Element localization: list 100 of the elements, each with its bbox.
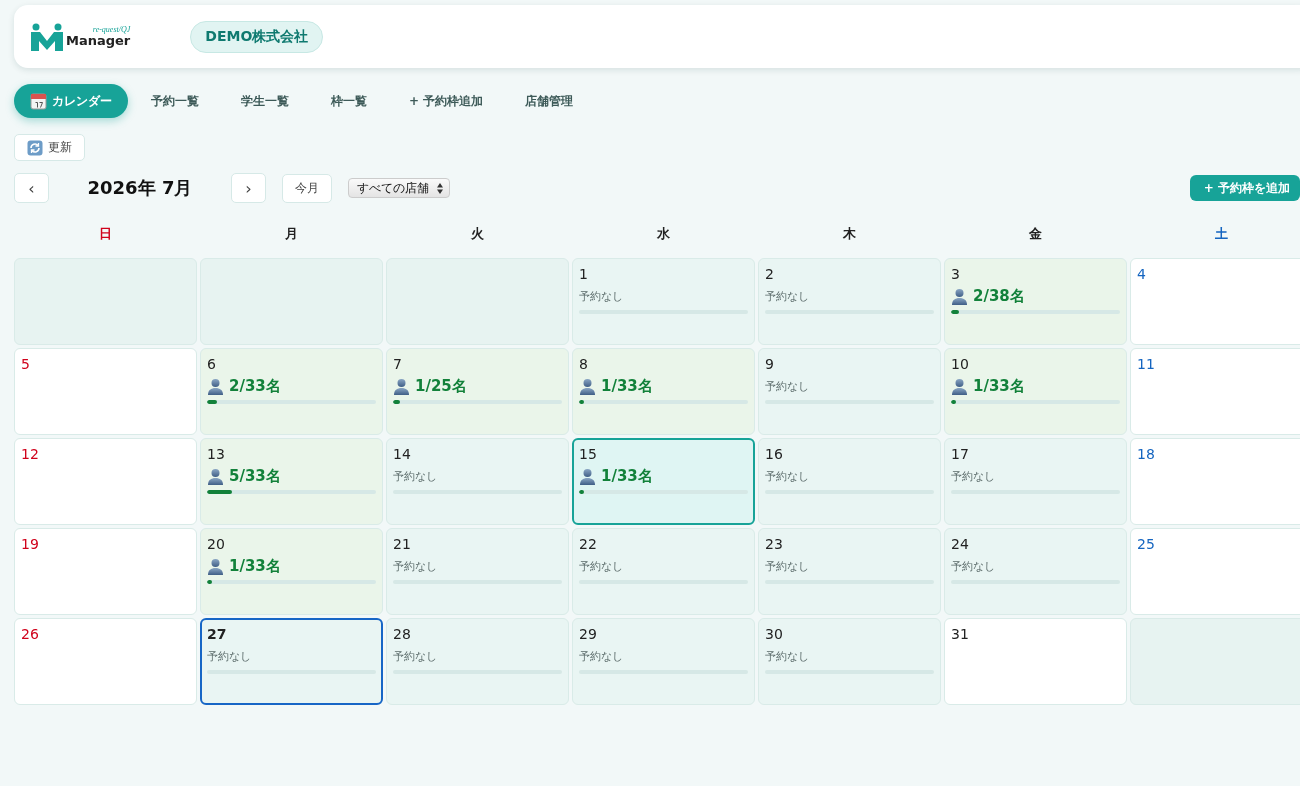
day-cell[interactable]: 18 (1130, 438, 1300, 525)
day-cell[interactable]: 16 予約なし (758, 438, 941, 525)
date-number: 7 (393, 355, 403, 373)
refresh-icon (27, 139, 43, 156)
logo-icon (30, 22, 64, 51)
no-booking-text: 予約なし (951, 468, 995, 484)
day-cell[interactable]: 31 (944, 618, 1127, 705)
person-icon (393, 377, 410, 395)
day-cell[interactable]: 28 予約なし (386, 618, 569, 705)
date-number: 31 (951, 625, 970, 643)
no-booking-text: 予約なし (765, 378, 809, 394)
date-number: 10 (951, 355, 970, 373)
no-booking-text: 予約なし (393, 468, 437, 484)
day-cell[interactable]: 8 1/33名 (572, 348, 755, 435)
date-number: 17 (951, 445, 970, 463)
no-booking-text: 予約なし (765, 648, 809, 664)
day-cell[interactable]: 17 予約なし (944, 438, 1127, 525)
weekday-header: 木 (842, 225, 857, 243)
person-icon (951, 287, 968, 305)
person-icon (207, 557, 224, 575)
weekday-header: 日 (98, 225, 113, 243)
day-cell[interactable]: 29 予約なし (572, 618, 755, 705)
date-number: 24 (951, 535, 970, 553)
date-number: 3 (951, 265, 961, 283)
day-cell[interactable]: 5 (14, 348, 197, 435)
person-icon (579, 377, 596, 395)
no-booking-text: 予約なし (207, 648, 251, 664)
date-number: 4 (1137, 265, 1147, 283)
booking-count: 1/25名 (415, 376, 467, 396)
date-number: 1 (579, 265, 589, 283)
date-number: 30 (765, 625, 784, 643)
booking-count: 1/33名 (229, 556, 281, 576)
day-cell[interactable]: 1 予約なし (572, 258, 755, 345)
day-cell[interactable]: 14 予約なし (386, 438, 569, 525)
booking-count: 2/38名 (973, 286, 1025, 306)
day-cell[interactable]: 9 予約なし (758, 348, 941, 435)
refresh-button[interactable]: 更新 (14, 134, 85, 161)
day-cell[interactable]: 23 予約なし (758, 528, 941, 615)
day-cell[interactable]: 30 予約なし (758, 618, 941, 705)
booking-count: 1/33名 (601, 466, 653, 486)
month-title: 2026年 7月 (86, 176, 194, 200)
day-cell[interactable]: 7 1/25名 (386, 348, 569, 435)
date-number: 16 (765, 445, 784, 463)
day-cell[interactable]: 4 (1130, 258, 1300, 345)
date-number: 18 (1137, 445, 1156, 463)
calendar-icon (30, 92, 47, 110)
date-number: 29 (579, 625, 598, 643)
date-number: 22 (579, 535, 598, 553)
nav-tab[interactable]: 枠一覧 (312, 84, 386, 118)
nav-tab[interactable]: 店舗管理 (506, 84, 593, 118)
day-cell[interactable]: 19 (14, 528, 197, 615)
day-cell[interactable]: 12 (14, 438, 197, 525)
previous-month-button[interactable]: ‹ (14, 173, 49, 203)
nav-tab[interactable]: + 予約枠追加 (390, 84, 503, 118)
date-number: 28 (393, 625, 412, 643)
date-number: 21 (393, 535, 412, 553)
day-cell[interactable]: 6 2/33名 (200, 348, 383, 435)
day-cell[interactable]: 3 2/38名 (944, 258, 1127, 345)
day-cell[interactable]: 24 予約なし (944, 528, 1127, 615)
day-cell[interactable]: 25 (1130, 528, 1300, 615)
person-icon (951, 377, 968, 395)
day-cell[interactable]: 21 予約なし (386, 528, 569, 615)
date-number: 20 (207, 535, 226, 553)
no-booking-text: 予約なし (765, 468, 809, 484)
nav-tab[interactable]: 予約一覧 (132, 84, 218, 118)
day-cell[interactable]: 22 予約なし (572, 528, 755, 615)
store-select[interactable]: すべての店舗 (348, 178, 450, 198)
day-cell[interactable]: 11 (1130, 348, 1300, 435)
day-cell[interactable]: 13 5/33名 (200, 438, 383, 525)
date-number: 19 (21, 535, 40, 553)
day-cell[interactable]: 2 予約なし (758, 258, 941, 345)
date-number: 6 (207, 355, 217, 373)
booking-count: 2/33名 (229, 376, 281, 396)
day-cell[interactable]: 26 (14, 618, 197, 705)
weekday-header: 土 (1214, 225, 1229, 243)
day-cell[interactable]: 20 1/33名 (200, 528, 383, 615)
date-number: 23 (765, 535, 784, 553)
next-month-button[interactable]: › (231, 173, 266, 203)
date-number: 15 (579, 445, 598, 463)
date-number: 14 (393, 445, 412, 463)
date-number: 12 (21, 445, 40, 463)
no-booking-text: 予約なし (579, 558, 623, 574)
weekday-header: 月 (284, 225, 299, 243)
date-number: 27 (207, 625, 228, 643)
no-booking-text: 予約なし (393, 648, 437, 664)
date-number: 26 (21, 625, 40, 643)
person-icon (579, 467, 596, 485)
booking-count: 1/33名 (973, 376, 1025, 396)
no-booking-text: 予約なし (579, 288, 623, 304)
date-number: 8 (579, 355, 589, 373)
no-booking-text: 予約なし (579, 648, 623, 664)
day-cell[interactable]: 15 1/33名 (572, 438, 755, 525)
day-cell[interactable]: 27 予約なし (200, 618, 383, 705)
company-badge: DEMO株式会社 (190, 20, 324, 53)
nav-tab[interactable]: 学生一覧 (222, 84, 308, 118)
person-icon (207, 377, 224, 395)
logo-tagline: re-quest/QJ (92, 26, 131, 34)
day-cell[interactable]: 10 1/33名 (944, 348, 1127, 435)
weekday-header: 水 (656, 225, 671, 243)
current-month-button[interactable]: 今月 (282, 173, 332, 203)
